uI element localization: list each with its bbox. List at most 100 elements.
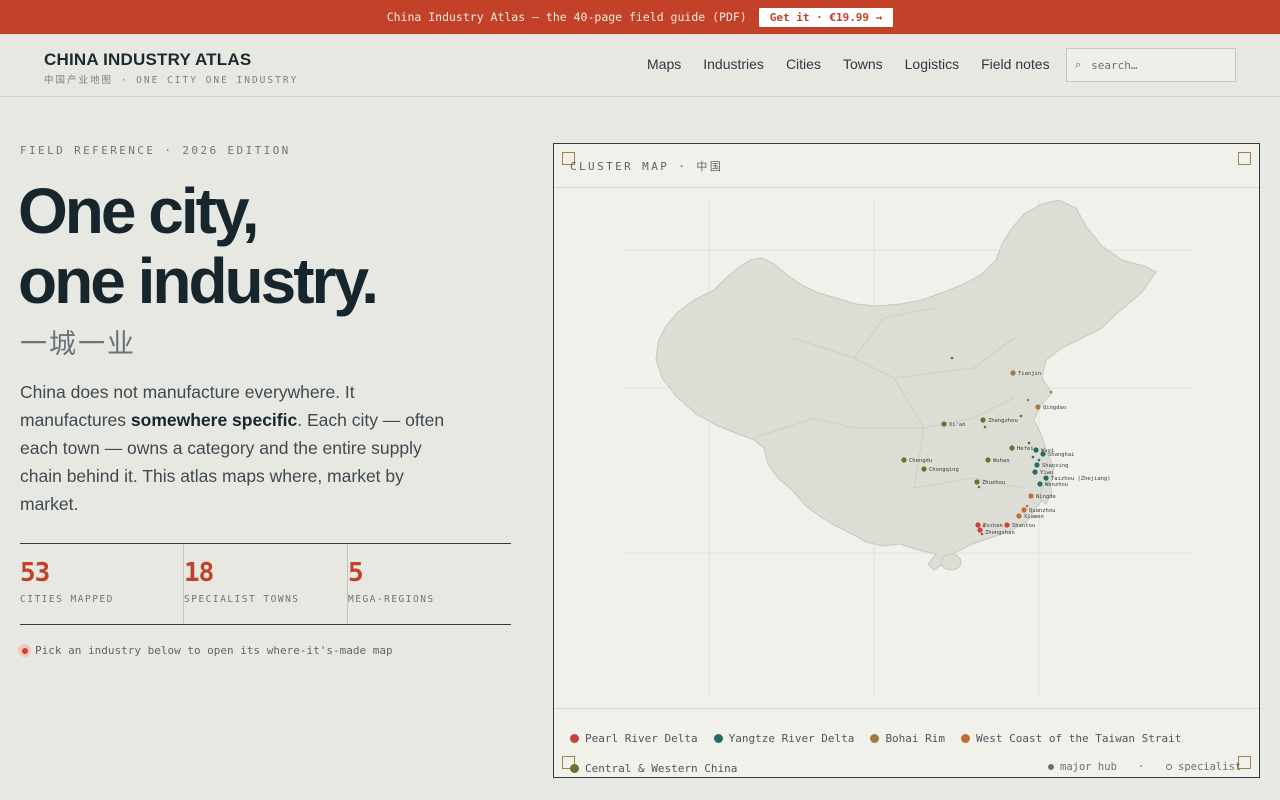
city-dot-foshan[interactable]	[975, 522, 981, 528]
city-dot-xian[interactable]	[941, 421, 947, 427]
legend-label: Bohai Rim	[885, 731, 946, 745]
legend-label: Pearl River Delta	[585, 731, 698, 745]
city-dot-tianjin[interactable]	[1010, 370, 1016, 376]
specialist-dot[interactable]	[983, 425, 987, 429]
map-legend: Pearl River Delta Yangtze River Delta Bo…	[570, 723, 1250, 783]
city-label-zhengzhou: Zhengzhou	[988, 418, 1018, 424]
city-label-wuhan: Wuhan	[993, 458, 1010, 464]
city-dot-yiwu[interactable]	[1032, 469, 1038, 475]
city-label-zhongshan: Zhongshan	[985, 530, 1015, 536]
city-dot-shanghai[interactable]	[1040, 451, 1046, 457]
stat-regions: 5 MEGA-REGIONS	[347, 544, 511, 624]
legend-dot-icon	[961, 733, 971, 743]
specialist-dot[interactable]	[977, 485, 981, 489]
stats-row: 53 CITIES MAPPED 18 SPECIALIST TOWNS 5 M…	[20, 543, 511, 625]
legend-label: Central & Western China	[585, 761, 738, 775]
stat-value: 18	[184, 558, 214, 588]
city-dot-quanzhou[interactable]	[1021, 507, 1027, 513]
stat-cities: 53 CITIES MAPPED	[20, 544, 183, 624]
nav-cities[interactable]: Cities	[786, 56, 821, 72]
specialist-ring-icon	[1166, 764, 1172, 770]
nav-industries[interactable]: Industries	[703, 56, 764, 72]
divider	[554, 708, 1259, 709]
city-label-ningde: Ningde	[1036, 494, 1056, 500]
get-it-button[interactable]: Get it · €19.99 →	[758, 7, 894, 27]
city-dot-shantou[interactable]	[1004, 522, 1010, 528]
legend-row-regions: Pearl River Delta Yangtze River Delta Bo…	[570, 723, 1250, 753]
headline-line-1: One city,	[18, 175, 260, 247]
stat-towns: 18 SPECIALIST TOWNS	[183, 544, 347, 624]
legend-dot-icon	[570, 733, 579, 743]
industry-hint: Pick an industry below to open its where…	[18, 644, 393, 657]
specialist-dot[interactable]	[1019, 414, 1023, 418]
city-dot-qingdao[interactable]	[1035, 404, 1041, 410]
specialist-dot[interactable]	[1031, 455, 1035, 459]
city-dot-taizhou[interactable]	[1043, 475, 1049, 481]
hero-headline: One city, one industry.	[18, 175, 379, 316]
city-dot-chengdu[interactable]	[901, 457, 907, 463]
stat-label: CITIES MAPPED	[20, 594, 114, 605]
stat-value: 5	[348, 558, 364, 588]
legend-dot-icon	[713, 733, 723, 743]
corner-marker-icon	[1238, 152, 1251, 165]
brand[interactable]: CHINA INDUSTRY ATLAS 中国产业地图 · ONE CITY O…	[44, 50, 298, 86]
legend-dot-icon	[570, 763, 579, 773]
city-label-xian: Xi'an	[949, 422, 966, 428]
legend-bohai-rim[interactable]: Bohai Rim	[870, 732, 945, 745]
china-landmass	[655, 199, 1157, 571]
specialist-dot[interactable]	[980, 532, 984, 536]
stat-label: SPECIALIST TOWNS	[184, 594, 300, 605]
nav-field-notes[interactable]: Field notes	[981, 56, 1049, 72]
city-label-shaoxing: Shaoxing	[1042, 463, 1069, 469]
city-dot-wenzhou[interactable]	[1037, 481, 1043, 487]
promo-bar: China Industry Atlas — the 40-page field…	[0, 0, 1280, 34]
specialist-dot[interactable]	[1049, 390, 1053, 394]
city-label-xiamen: Xiamen	[1024, 514, 1044, 520]
legend-central-western-china[interactable]: Central & Western China	[570, 762, 737, 775]
hainan-island	[940, 553, 962, 571]
city-label-hefei: Hefei	[1017, 446, 1034, 452]
legend-pearl-river-delta[interactable]: Pearl River Delta	[570, 732, 698, 745]
city-label-tianjin: Tianjin	[1018, 371, 1041, 377]
cluster-map-card: CLUSTER MAP · 中国 Tianjin Qingdao Zhengzh…	[553, 143, 1260, 778]
legend-major-hub: major hub	[1048, 761, 1117, 773]
city-dot-zhongshan[interactable]	[977, 527, 983, 533]
city-dot-hefei[interactable]	[1009, 445, 1015, 451]
brand-subtitle: 中国产业地图 · ONE CITY ONE INDUSTRY	[44, 75, 299, 86]
specialist-label: specialist	[1178, 761, 1242, 773]
specialist-dot[interactable]	[982, 524, 986, 528]
china-map[interactable]: Tianjin Qingdao Zhengzhou Xi'an Hefei Wu…	[554, 188, 1259, 708]
city-dot-zhengzhou[interactable]	[980, 417, 986, 423]
nav-logistics[interactable]: Logistics	[905, 56, 959, 72]
city-dot-ningde[interactable]	[1028, 493, 1034, 499]
city-dot-chongqing[interactable]	[921, 466, 927, 472]
main-nav: Maps Industries Cities Towns Logistics F…	[647, 56, 1072, 72]
site-header: CHINA INDUSTRY ATLAS 中国产业地图 · ONE CITY O…	[0, 34, 1280, 97]
city-dot-xiamen[interactable]	[1016, 513, 1022, 519]
legend-west-coast-taiwan-strait[interactable]: West Coast of the Taiwan Strait	[961, 732, 1181, 745]
map-label: CLUSTER MAP · 中国	[570, 160, 724, 173]
city-label-qingdao: Qingdao	[1043, 405, 1066, 411]
specialist-dot[interactable]	[1025, 504, 1029, 508]
hint-text: Pick an industry below to open its where…	[35, 644, 393, 657]
city-dot-shaoxing[interactable]	[1034, 462, 1040, 468]
nav-maps[interactable]: Maps	[647, 56, 681, 72]
specialist-dot[interactable]	[1027, 441, 1031, 445]
city-dot-zhuzhou[interactable]	[974, 479, 980, 485]
headline-chinese: 一城一业	[20, 329, 136, 360]
city-dot-wuxi[interactable]	[1033, 447, 1039, 453]
specialist-dot[interactable]	[1026, 398, 1030, 402]
city-dot-wuhan[interactable]	[985, 457, 991, 463]
legend-label: Yangtze River Delta	[728, 731, 855, 745]
legend-row-secondary: Central & Western China major hub · spec…	[570, 753, 1250, 783]
legend-yangtze-river-delta[interactable]: Yangtze River Delta	[713, 731, 855, 745]
major-hub-label: major hub	[1060, 761, 1117, 773]
specialist-dot[interactable]	[950, 356, 954, 360]
nav-towns[interactable]: Towns	[843, 56, 883, 72]
stat-value: 53	[20, 558, 50, 588]
search-input[interactable]	[1091, 58, 1212, 72]
city-label-chongqing: Chongqing	[929, 467, 959, 473]
specialist-dot[interactable]	[1037, 458, 1041, 462]
hero-eyebrow: FIELD REFERENCE · 2026 EDITION	[20, 144, 291, 157]
search-box[interactable]: ⌕	[1066, 48, 1236, 82]
